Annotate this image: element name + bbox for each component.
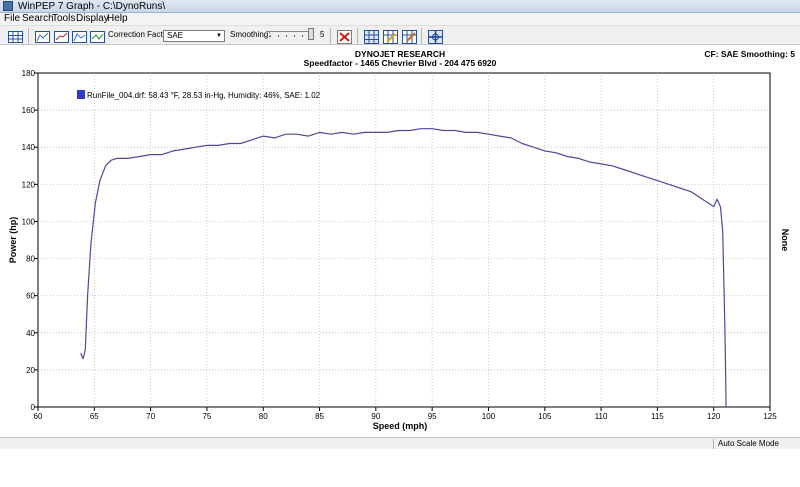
crosshair-button[interactable] xyxy=(426,28,443,44)
smoothing-slider[interactable] xyxy=(266,31,312,41)
x-tick-label: 80 xyxy=(259,412,268,421)
x-axis-label: Speed (mph) xyxy=(373,421,428,431)
x-tick-label: 110 xyxy=(595,412,608,421)
chevron-down-icon: ▼ xyxy=(216,33,222,39)
x-tick-label: 95 xyxy=(428,412,437,421)
edit-grid-button[interactable] xyxy=(400,28,417,44)
chart-cf-info: CF: SAE Smoothing: 5 xyxy=(704,49,795,59)
x-tick-label: 70 xyxy=(146,412,155,421)
graph-button-2[interactable] xyxy=(52,28,69,44)
pencil-grid-icon xyxy=(402,30,417,44)
graph-icon xyxy=(72,31,87,43)
graph-button-3[interactable] xyxy=(70,28,87,44)
grid-select-icon xyxy=(364,30,379,44)
pencil-grid-icon xyxy=(383,30,398,44)
y-tick-label: 120 xyxy=(22,180,36,189)
x-tick-label: 90 xyxy=(371,412,380,421)
y-tick-label: 40 xyxy=(26,329,35,338)
graph-button-1[interactable] xyxy=(33,28,50,44)
graph-icon xyxy=(90,31,105,43)
menu-display[interactable]: Display xyxy=(76,13,109,25)
graph-button-4[interactable] xyxy=(88,28,105,44)
toolbar-separator xyxy=(421,28,422,44)
x-tick-label: 105 xyxy=(538,412,552,421)
crosshair-icon xyxy=(428,30,443,44)
x-tick-label: 75 xyxy=(202,412,211,421)
window-title: WinPEP 7 Graph - C:\DynoRuns\ xyxy=(18,1,166,12)
select-run-button[interactable] xyxy=(362,28,379,44)
menu-help[interactable]: Help xyxy=(107,13,128,25)
chart-address-subtitle: Speedfactor - 1465 Chevrier Blvd - 204 4… xyxy=(304,58,497,68)
legend-entry: RunFile_004.drf: 58.43 °F, 28.53 in-Hg, … xyxy=(87,91,321,100)
correction-factor-select[interactable]: SAE ▼ xyxy=(163,30,225,42)
status-bar: Auto Scale Mode xyxy=(0,437,800,449)
delete-button[interactable] xyxy=(335,28,352,44)
page-footer-area xyxy=(0,449,800,487)
right-axis-label: None xyxy=(780,229,790,252)
y-tick-label: 20 xyxy=(26,366,35,375)
grid-icon xyxy=(8,31,23,43)
plot-area xyxy=(37,72,771,408)
x-tick-label: 100 xyxy=(482,412,496,421)
menu-tools[interactable]: Tools xyxy=(52,13,75,25)
x-tick-label: 125 xyxy=(763,412,777,421)
title-bar: WinPEP 7 Graph - C:\DynoRuns\ xyxy=(0,0,800,13)
y-tick-label: 100 xyxy=(22,217,36,226)
y-axis-label: Power (hp) xyxy=(8,217,18,264)
menu-bar: File Search Tools Display Help xyxy=(0,13,800,25)
x-tick-label: 65 xyxy=(90,412,99,421)
toolbar-separator xyxy=(357,28,358,44)
legend-swatch xyxy=(77,90,85,99)
x-tick-label: 120 xyxy=(707,412,721,421)
toolbar-separator xyxy=(28,28,29,44)
y-tick-label: 140 xyxy=(22,143,36,152)
y-tick-label: 60 xyxy=(26,292,35,301)
graph-icon xyxy=(54,31,69,43)
annotate-button[interactable] xyxy=(381,28,398,44)
graph-icon xyxy=(35,31,50,43)
y-tick-label: 0 xyxy=(31,403,36,412)
menu-search[interactable]: Search xyxy=(22,13,54,25)
smoothing-slider-thumb[interactable] xyxy=(308,28,314,40)
y-tick-label: 80 xyxy=(26,255,35,264)
x-tick-label: 85 xyxy=(315,412,324,421)
status-mode: Auto Scale Mode xyxy=(713,439,800,449)
correction-factor-value: SAE xyxy=(167,31,184,40)
toolbar: Correction Factor: SAE ▼ Smoothing: 5 xyxy=(0,25,800,45)
toolbar-separator xyxy=(330,28,331,44)
x-tick-label: 115 xyxy=(651,412,664,421)
menu-file[interactable]: File xyxy=(4,13,20,25)
dyno-chart: DYNOJET RESEARCH Speedfactor - 1465 Chev… xyxy=(0,45,800,437)
close-icon xyxy=(337,30,352,44)
y-tick-label: 180 xyxy=(22,69,36,78)
smoothing-label: Smoothing: xyxy=(230,30,271,39)
grid-view-button[interactable] xyxy=(6,28,23,44)
legend: RunFile_004.drf: 58.43 °F, 28.53 in-Hg, … xyxy=(77,90,321,100)
app-icon xyxy=(3,1,13,11)
smoothing-value: 5 xyxy=(320,30,325,39)
x-tick-label: 60 xyxy=(34,412,43,421)
y-tick-label: 160 xyxy=(22,106,36,115)
